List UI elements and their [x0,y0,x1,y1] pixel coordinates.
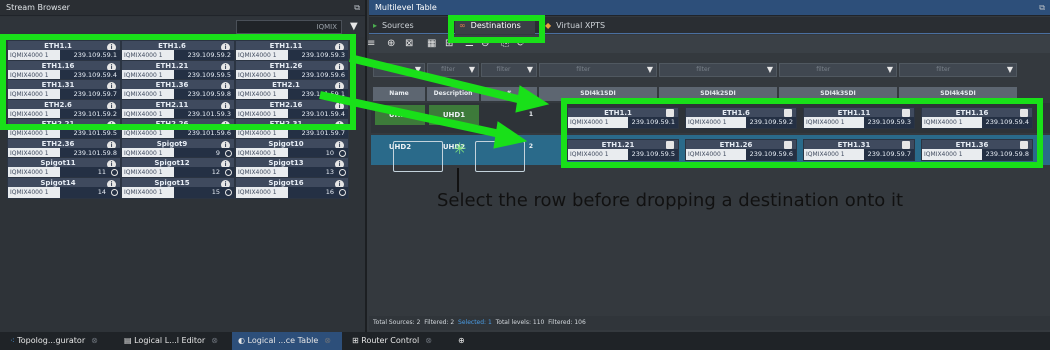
editor-icon: ▤ [124,336,132,345]
filter-placeholder: filter [441,66,456,73]
drag-cursor-icon: ✳ [453,139,467,158]
bottom-tab-router-control[interactable]: ⊞ Router Control ⊗ [346,332,466,350]
column-filter[interactable]: filter ▼ [373,63,425,77]
column-filter[interactable]: filter ▼ [427,63,479,77]
filter-placeholder: filter [696,66,711,73]
stream-tile[interactable]: Spigot15 i IQMIX4000 1 15 [121,176,235,199]
bottom-tab-label: Router Control [361,336,420,345]
panel-title: Stream Browser ⧉ [0,0,365,16]
column-filter[interactable]: filter ▼ [481,63,537,77]
highlight-source-tiles [0,34,356,130]
close-icon[interactable]: ⊗ [324,336,331,345]
filter-placeholder: filter [576,66,591,73]
filter-icon[interactable]: ▼ [350,20,358,34]
filter-icon[interactable]: ▼ [647,64,653,76]
bottom-tab-label: Logical L...l Editor [134,336,206,345]
highlight-destinations-tab [448,15,545,43]
logical-table-icon: ◐ [238,336,245,345]
stream-tile[interactable]: Spigot14 i IQMIX4000 1 14 [7,176,121,199]
tile-device: IQMIX4000 1 [236,186,288,198]
tile-name: Spigot9 [156,139,188,148]
stream-tile[interactable]: Spigot16 i IQMIX4000 1 16 [235,176,349,199]
tile-name: Spigot13 [268,159,304,167]
column-header[interactable]: Name [373,87,425,101]
close-icon[interactable]: ⊗ [425,336,432,345]
bottom-tab-bar: ⁖ Topolog...gurator ⊗ ▤ Logical L...l Edi… [0,332,1050,350]
tab-label: Virtual XPTS [556,21,606,30]
tab-label: Sources [382,21,414,30]
router-icon: ⊞ [352,336,359,345]
column-filter[interactable]: filter ▼ [899,63,1017,77]
bottom-tab-label: Topolog...gurator [17,336,86,345]
filter-icon[interactable]: ▼ [415,64,421,76]
source-icon: ▸ [373,21,378,30]
add-tab-button[interactable]: ⊕ [452,332,472,350]
filter-placeholder: filter [936,66,951,73]
selected-count: Selected: 1 [458,319,492,326]
search-input[interactable]: IQMIX [236,20,342,34]
filter-icon[interactable]: ▼ [527,64,533,76]
filter-placeholder: filter [387,66,402,73]
drop-target-description[interactable] [475,141,525,172]
filter-placeholder: filter [496,66,511,73]
tile-value: 14 [60,186,109,198]
row-description: UHD1 [429,105,479,125]
stream-browser-title: Stream Browser [6,3,70,12]
total-levels: Total levels: 110 [495,319,545,326]
row-number: 1 [528,111,534,118]
filter-icon[interactable]: ▼ [469,64,475,76]
row-name: UHD1 [375,105,425,125]
filter-placeholder: filter [816,66,831,73]
filter-icon[interactable]: ▼ [1007,64,1013,76]
undock-icon[interactable]: ⧉ [1039,0,1045,16]
drop-target-name[interactable] [393,141,443,172]
tile-device: IQMIX4000 1 [8,186,60,198]
tile-name: Spigot16 [268,178,304,187]
app-window: Stream Browser ⧉ IQMIX ▼ ETH1.1 i IQMIX400… [0,0,1050,350]
bottom-tab-logical-table[interactable]: ◐ Logical ...ce Table ⊗ [232,332,342,350]
column-filter[interactable]: filter ▼ [539,63,657,77]
radio-icon[interactable] [337,186,348,198]
tile-name: Spigot11 [40,159,76,167]
undock-icon[interactable]: ⧉ [354,0,360,16]
bottom-tab-topology[interactable]: ⁖ Topolog...gurator ⊗ [4,332,114,350]
close-icon[interactable]: ⊗ [91,336,98,345]
highlight-destination-cells [561,98,1043,168]
tile-name: Spigot14 [40,178,76,187]
tile-value: 16 [288,186,337,198]
grid-view-icon[interactable]: ▦ [427,35,436,53]
close-icon[interactable]: ⊗ [211,336,218,345]
delete-icon[interactable]: ⊠ [405,35,413,53]
tile-device: IQMIX4000 1 [122,186,174,198]
tab-virtual-xpts[interactable]: ◆ Virtual XPTS [541,17,631,34]
multilevel-table-title: Multilevel Table [375,3,437,12]
filter-icon[interactable]: ▼ [767,64,773,76]
column-header[interactable]: # [481,87,537,101]
total-sources: Total Sources: 2 [373,319,421,326]
column-filter[interactable]: filter ▼ [659,63,777,77]
column-header[interactable]: Description [427,87,479,101]
bottom-tab-editor[interactable]: ▤ Logical L...l Editor ⊗ [118,332,228,350]
filtered-count: Filtered: 2 [424,319,455,326]
column-filter[interactable]: filter ▼ [779,63,897,77]
radio-icon[interactable] [109,186,120,198]
tab-sources[interactable]: ▸ Sources [369,17,449,34]
menu-icon[interactable]: ≡ [367,35,375,53]
shield-icon: ◆ [545,21,552,30]
levels-filtered: Filtered: 106 [548,319,586,326]
tile-value: 15 [174,186,223,198]
tile-name: Spigot15 [154,178,190,187]
tile-name: Spigot10 [268,139,304,148]
status-bar: Total Sources: 2 Filtered: 2 Selected: 1… [369,316,1050,330]
filter-icon[interactable]: ▼ [887,64,893,76]
tile-name: Spigot12 [154,159,190,167]
annotation-text: Select the row before dropping a destina… [437,190,904,211]
topology-icon: ⁖ [10,336,15,345]
add-icon[interactable]: ⊕ [387,35,395,53]
panel-title: Multilevel Table ⧉ [369,0,1050,16]
radio-icon[interactable] [223,186,234,198]
bottom-tab-label: Logical ...ce Table [247,336,319,345]
tile-name: ETH2.36 [41,139,75,148]
